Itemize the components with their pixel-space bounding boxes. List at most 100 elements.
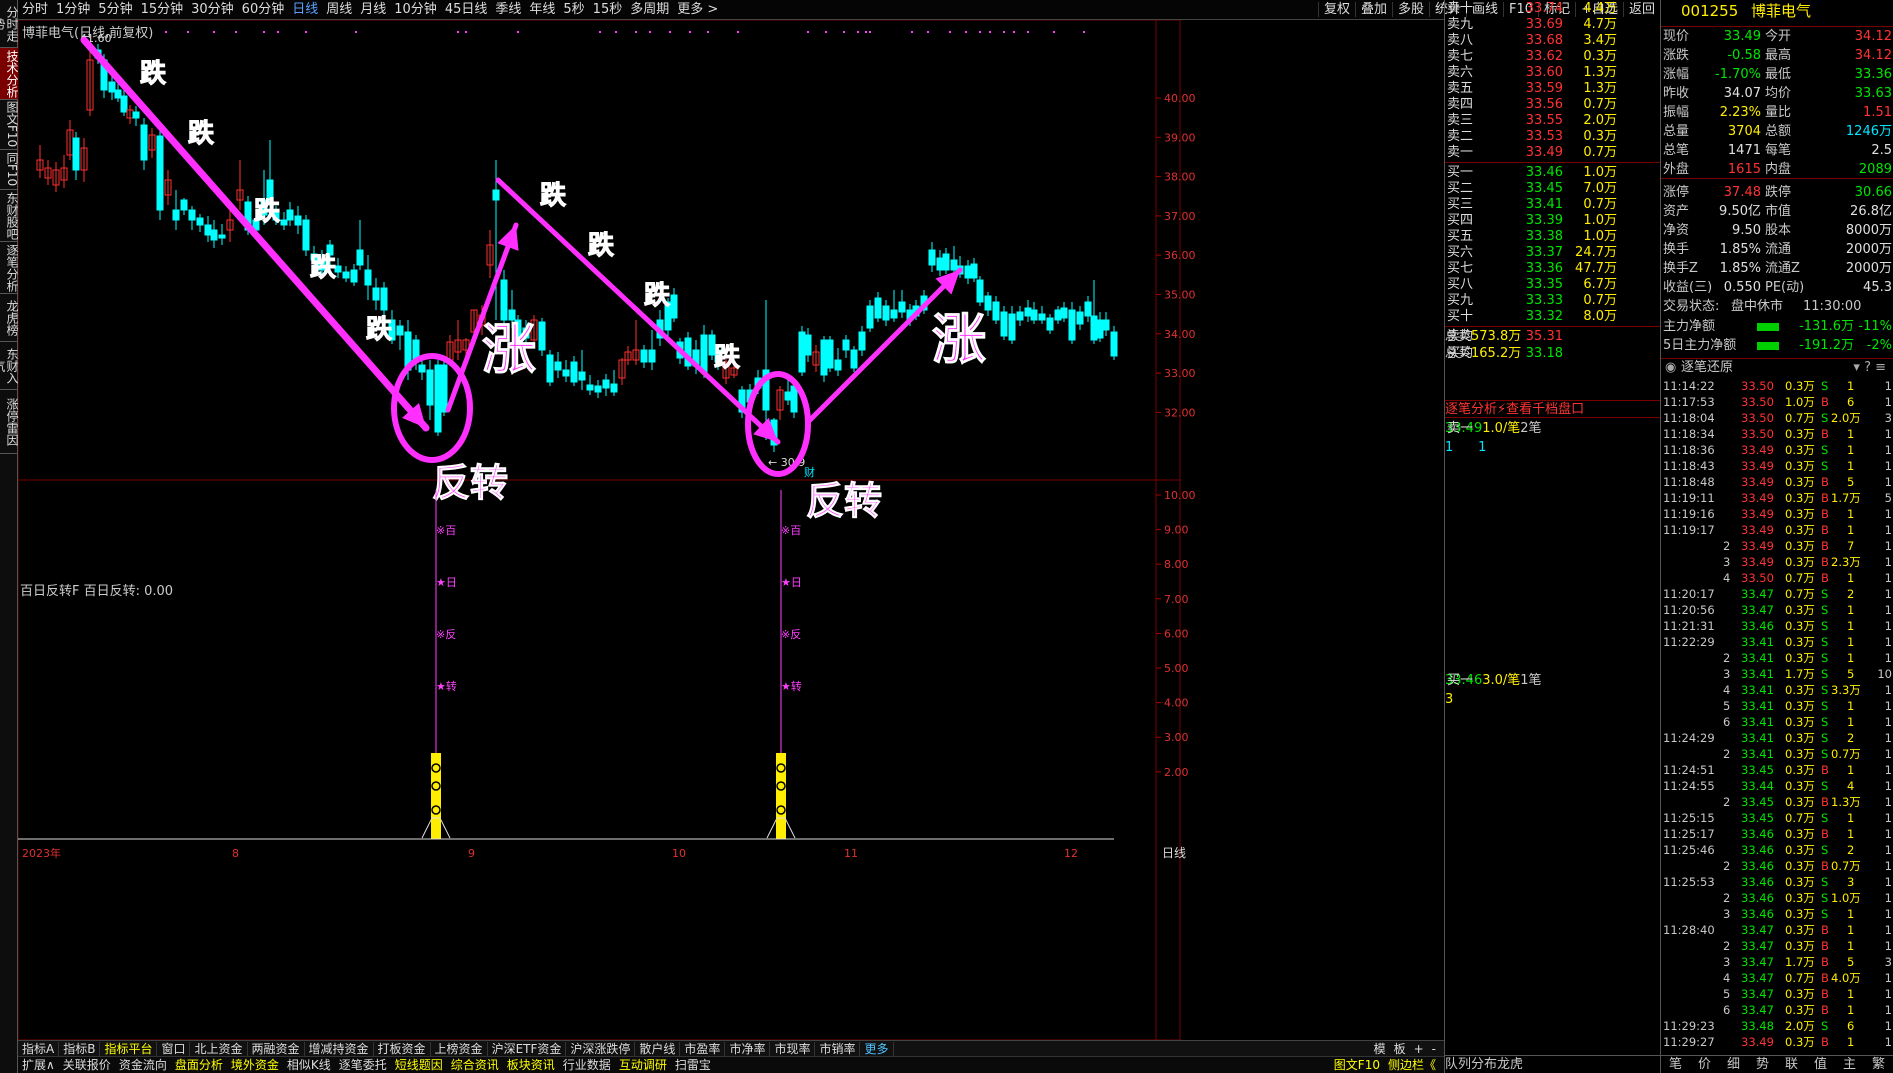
tick-time: 11:29:27 (1663, 1035, 1715, 1049)
template-tool-0[interactable]: 模 (1370, 1042, 1390, 1056)
book-row[interactable]: 买十 33.32 8.0万 (1445, 308, 1661, 326)
indicator-tab-13[interactable]: 市净率 (725, 1042, 771, 1056)
period-tab-0[interactable]: 分时 (22, 2, 48, 17)
quote-tab-7[interactable]: 繁 (1872, 1056, 1885, 1073)
indicator-tab-4[interactable]: 北上资金 (190, 1042, 248, 1056)
book-tab-0[interactable]: 队列 (1445, 1057, 1471, 1072)
main-flow-row: 主力净额 -131.6万 -11% (1661, 318, 1893, 336)
side-tool-1[interactable]: 侧边栏《 (1384, 1058, 1440, 1072)
left-tab-0[interactable]: 分时走势 (0, 0, 19, 48)
quote-label: 振幅 (1663, 105, 1690, 120)
period-tab-4[interactable]: 30分钟 (191, 2, 234, 17)
template-tool-3[interactable]: - (1428, 1042, 1440, 1056)
left-tab-5[interactable]: 逐笔分析 (0, 242, 19, 294)
ext-tab-8[interactable]: 综合资讯 (447, 1058, 503, 1072)
period-tab-11[interactable]: 季线 (495, 2, 521, 17)
tick-count: 1 (1847, 651, 1855, 665)
indicator-tab-8[interactable]: 上榜资金 (430, 1042, 488, 1056)
ext-tab-0[interactable]: 扩展∧ (18, 1058, 59, 1072)
period-tab-12[interactable]: 年线 (529, 2, 555, 17)
indicator-tab-3[interactable]: 窗口 (157, 1042, 191, 1056)
ext-tab-6[interactable]: 逐笔委托 (335, 1058, 391, 1072)
period-tab-8[interactable]: 月线 (360, 2, 386, 17)
tool-1[interactable]: 叠加 (1354, 2, 1392, 17)
book-tab-1[interactable]: 分布 (1471, 1057, 1497, 1072)
candle-body (1054, 309, 1062, 321)
indicator-tab-10[interactable]: 沪深涨跌停 (566, 1042, 636, 1056)
left-tab-3[interactable]: 同F10 (0, 150, 19, 190)
indicator-tab-9[interactable]: 沪深ETF资金 (487, 1042, 567, 1056)
candle-body (280, 219, 288, 226)
signal-dot (737, 31, 739, 33)
ext-tab-12[interactable]: 扫雷宝 (671, 1058, 715, 1072)
tick-menu-icon[interactable]: ▾ ? ≡ (1853, 359, 1886, 377)
kline-chart[interactable]: 40.00 39.00 38.00 37.00 36.00 35.00 34.00 33.00… (18, 20, 1444, 1040)
period-tab-9[interactable]: 10分钟 (394, 2, 437, 17)
period-tab-5[interactable]: 60分钟 (242, 2, 285, 17)
candle-body (898, 301, 906, 313)
left-tab-1[interactable]: 技术分析 (0, 48, 19, 100)
period-tab-1[interactable]: 1分钟 (56, 2, 90, 17)
tool-2[interactable]: 多股 (1391, 2, 1429, 17)
period-tab-2[interactable]: 5分钟 (98, 2, 132, 17)
left-tab-6[interactable]: 龙虎榜 (0, 294, 19, 342)
indicator-tab-2[interactable]: 指标平台 (100, 1042, 158, 1056)
indicator-tab-7[interactable]: 打板资金 (373, 1042, 431, 1056)
tick-volume: 1.7万 (1785, 667, 1815, 681)
period-tab-16[interactable]: 更多 > (677, 2, 718, 17)
finance-mark: 财 (804, 465, 815, 479)
book-row[interactable]: 卖一 33.49 0.7万 (1445, 144, 1661, 162)
ext-tab-3[interactable]: 盘面分析 (171, 1058, 227, 1072)
date-label: 8 (232, 847, 239, 860)
ext-tab-7[interactable]: 短线题因 (391, 1058, 447, 1072)
period-tab-13[interactable]: 5秒 (563, 2, 584, 17)
view-depth-tab[interactable]: 查看千档盘口 (1506, 402, 1584, 417)
indicator-tab-6[interactable]: 增减持资金 (304, 1042, 374, 1056)
quote-label: 均价 (1765, 86, 1792, 101)
tick-side: S (1821, 443, 1829, 457)
quote-tab-1[interactable]: 价 (1698, 1056, 1711, 1073)
ext-tab-2[interactable]: 资金流向 (115, 1058, 171, 1072)
period-tab-7[interactable]: 周线 (326, 2, 352, 17)
ext-tab-5[interactable]: 相似K线 (283, 1058, 335, 1072)
ext-tab-9[interactable]: 板块资讯 (503, 1058, 559, 1072)
left-tab-4[interactable]: 东财股吧 (0, 190, 19, 242)
ext-tab-11[interactable]: 互动调研 (615, 1058, 671, 1072)
quote-tab-5[interactable]: 值 (1814, 1056, 1827, 1073)
period-tab-15[interactable]: 多周期 (630, 2, 669, 17)
period-tab-14[interactable]: 15秒 (593, 2, 623, 17)
indicator-tab-11[interactable]: 散户线 (635, 1042, 681, 1056)
tick-row: 6 33.47 0.3万 B 1 1 (1661, 1002, 1893, 1018)
left-tab-7[interactable]: 东财入气 (0, 342, 19, 390)
indicator-tab-1[interactable]: 指标B (59, 1042, 101, 1056)
indicator-tab-5[interactable]: 两融资金 (247, 1042, 305, 1056)
indicator-tab-0[interactable]: 指标A (18, 1042, 60, 1056)
indicator-tab-15[interactable]: 市销率 (815, 1042, 861, 1056)
indicator-tab-14[interactable]: 市现率 (770, 1042, 816, 1056)
quote-tab-2[interactable]: 细 (1727, 1056, 1740, 1073)
indicator-tab-16[interactable]: 更多 (860, 1042, 894, 1056)
quote-tab-3[interactable]: 势 (1756, 1056, 1769, 1073)
indicator-tab-12[interactable]: 市盈率 (680, 1042, 726, 1056)
quote-tab-4[interactable]: 联 (1785, 1056, 1798, 1073)
quote-tab-6[interactable]: 主 (1843, 1056, 1856, 1073)
left-tab-2[interactable]: 图文F10 (0, 100, 19, 150)
side-tool-0[interactable]: 图文F10 (1330, 1058, 1384, 1072)
period-tab-3[interactable]: 15分钟 (141, 2, 184, 17)
ext-tab-10[interactable]: 行业数据 (559, 1058, 615, 1072)
tool-0[interactable]: 复权 (1317, 2, 1355, 17)
flow-label: 5日主力净额 (1663, 338, 1737, 353)
book-tab-2[interactable]: 龙虎 (1497, 1057, 1523, 1072)
left-tab-8[interactable]: 涨停雷因 (0, 390, 19, 454)
tick-volume: 0.7万 (1785, 411, 1815, 425)
quote-tab-0[interactable]: 笔 (1669, 1056, 1682, 1073)
template-tool-2[interactable]: + (1410, 1042, 1428, 1056)
period-tab-6[interactable]: 日线 (292, 2, 318, 17)
tick-orders: 5 (1884, 491, 1892, 505)
template-tool-1[interactable]: 板 (1390, 1042, 1410, 1056)
tick-orders: 1 (1884, 1035, 1892, 1049)
ext-tab-4[interactable]: 境外资金 (227, 1058, 283, 1072)
ext-tab-1[interactable]: 关联报价 (59, 1058, 115, 1072)
analysis-tab[interactable]: 逐笔分析 (1445, 402, 1497, 417)
period-tab-10[interactable]: 45日线 (445, 2, 488, 17)
